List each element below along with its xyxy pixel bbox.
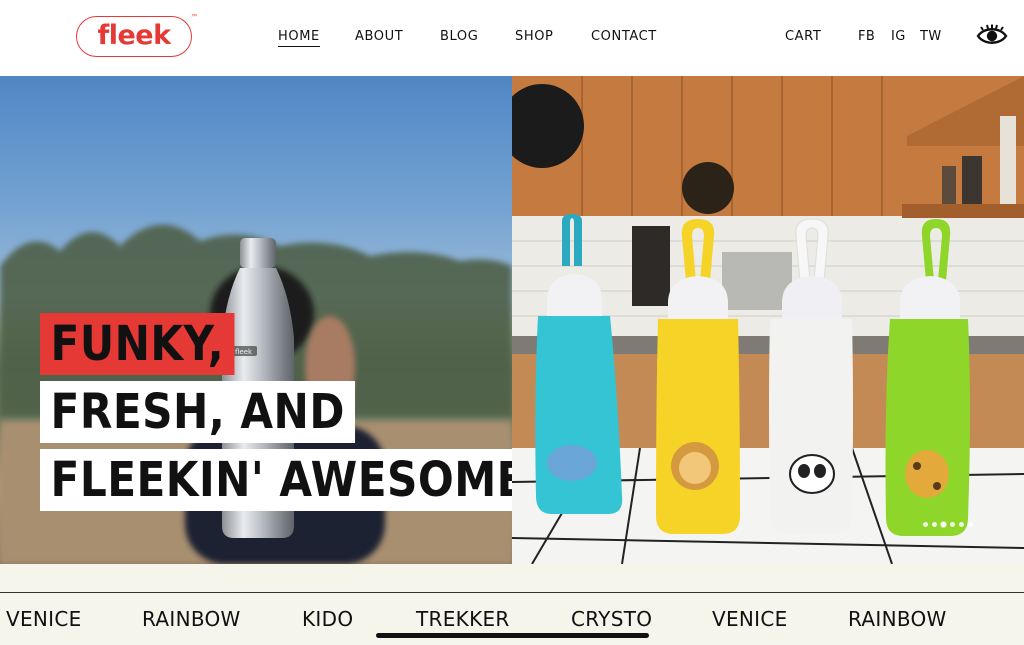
nav-contact[interactable]: CONTACT [591,29,657,44]
carousel-dot[interactable] [959,522,964,527]
site-header: fleek ™ HOME ABOUT BLOG SHOP CONTACT CAR… [0,0,1024,76]
headline-line-1: FUNKY, [40,313,235,375]
headline-line-3: FLEEKIN' AWESOME [40,449,512,511]
product-link-venice[interactable]: VENICE [6,607,82,631]
hero-carousel[interactable]: fleek FUNKY, FRESH, AND FLEEKIN' AWESOME [0,76,1024,564]
social-instagram-link[interactable]: IG [891,29,906,44]
product-link-trekker[interactable]: TREKKER [416,607,510,631]
nav-home[interactable]: HOME [278,29,320,47]
hero-right-scene [512,76,1024,564]
social-twitter-link[interactable]: TW [920,29,942,44]
headline-line-2: FRESH, AND [40,381,356,443]
hero-photo-steel-bottle: fleek FUNKY, FRESH, AND FLEEKIN' AWESOME [0,76,512,564]
fleek-logo[interactable]: fleek ™ [76,14,197,57]
logo-trademark: ™ [191,14,197,20]
carousel-dot[interactable] [932,522,937,527]
eye-icon[interactable] [976,24,1008,48]
social-facebook-link[interactable]: FB [858,29,875,44]
product-link-crysto[interactable]: CRYSTO [571,607,652,631]
carousel-dot[interactable] [923,522,928,527]
nav-cart[interactable]: CART [785,29,821,44]
carousel-dot[interactable] [968,522,973,527]
product-link-rainbow[interactable]: RAINBOW [142,607,241,631]
home-indicator-bar[interactable] [376,633,649,638]
product-link-kido[interactable]: KIDO [302,607,353,631]
product-link-venice-2[interactable]: VENICE [712,607,788,631]
carousel-dot[interactable] [950,522,955,527]
hero-photo-animal-bottles [512,76,1024,564]
bottle-brand-text: fleek [235,348,253,356]
carousel-dots [923,522,973,527]
product-link-rainbow-2[interactable]: RAINBOW [848,607,947,631]
nav-shop[interactable]: SHOP [515,29,554,44]
logo-text: fleek [97,20,171,51]
carousel-dot-active[interactable] [941,522,946,527]
nav-about[interactable]: ABOUT [355,29,403,44]
nav-blog[interactable]: BLOG [440,29,478,44]
